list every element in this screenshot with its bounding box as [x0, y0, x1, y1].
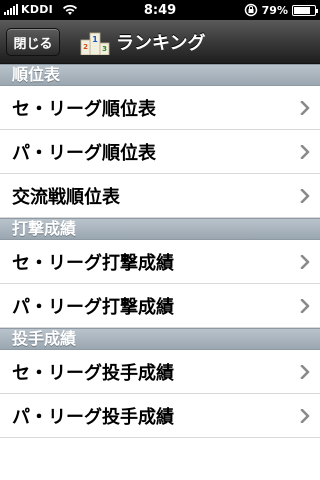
chevron-right-icon: [300, 299, 310, 313]
status-right: 79%: [244, 3, 318, 17]
rotation-lock-icon: [244, 3, 257, 17]
chevron-right-icon: [300, 365, 310, 379]
chevron-right-icon: [300, 189, 310, 203]
svg-text:3: 3: [102, 45, 107, 53]
nav-title-group: 1 2 3 ランキング: [80, 28, 205, 56]
list-item-pacific-batting[interactable]: パ・リーグ打撃成績: [0, 284, 320, 328]
section-header-batting: 打撃成績: [0, 218, 320, 240]
chevron-right-icon: [300, 255, 310, 269]
status-bar: KDDI 8:49 79%: [0, 0, 320, 20]
list-item-label: パ・リーグ投手成績: [12, 406, 174, 428]
list-item-pacific-pitching[interactable]: パ・リーグ投手成績: [0, 394, 320, 438]
section-header-pitching: 投手成績: [0, 328, 320, 350]
close-button[interactable]: 閉じる: [6, 28, 60, 56]
list-item-central-pitching[interactable]: セ・リーグ投手成績: [0, 350, 320, 394]
svg-text:1: 1: [92, 35, 98, 44]
svg-text:2: 2: [83, 43, 88, 51]
battery-fill: [294, 6, 310, 14]
chevron-right-icon: [300, 409, 310, 423]
list-item-label: パ・リーグ打撃成績: [12, 296, 174, 318]
list-item-central-standings[interactable]: セ・リーグ順位表: [0, 86, 320, 130]
chevron-right-icon: [300, 101, 310, 115]
page-title: ランキング: [116, 33, 206, 54]
ranking-list: 順位表 セ・リーグ順位表 パ・リーグ順位表 交流戦順位表 打撃成績 セ・リーグ打…: [0, 64, 320, 438]
battery-icon: [292, 4, 318, 16]
list-item-central-batting[interactable]: セ・リーグ打撃成績: [0, 240, 320, 284]
battery-percent: 79%: [261, 3, 288, 17]
list-item-label: パ・リーグ順位表: [12, 142, 156, 164]
navigation-bar: 閉じる 1 2 3 ランキング: [0, 20, 320, 64]
podium-icon: 1 2 3: [80, 32, 110, 55]
list-item-label: 交流戦順位表: [12, 186, 120, 208]
list-item-label: セ・リーグ投手成績: [12, 362, 174, 384]
list-item-interleague-standings[interactable]: 交流戦順位表: [0, 174, 320, 218]
list-item-label: セ・リーグ打撃成績: [12, 252, 174, 274]
list-item-label: セ・リーグ順位表: [12, 98, 156, 120]
chevron-right-icon: [300, 145, 310, 159]
list-item-pacific-standings[interactable]: パ・リーグ順位表: [0, 130, 320, 174]
section-header-standings: 順位表: [0, 64, 320, 86]
